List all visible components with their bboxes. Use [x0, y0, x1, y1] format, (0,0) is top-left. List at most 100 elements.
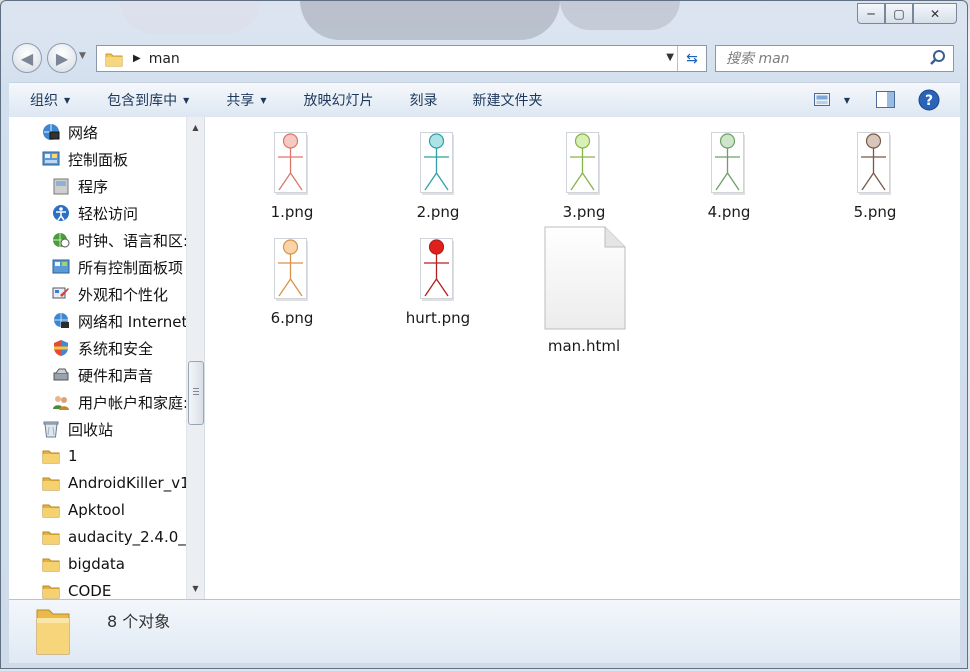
- refresh-button[interactable]: ⇆: [677, 46, 706, 71]
- file-item[interactable]: 6.png: [242, 237, 342, 327]
- file-item[interactable]: 3.png: [534, 131, 634, 221]
- share-label: 共享: [226, 93, 255, 109]
- navigation-scrollbar[interactable]: ▲ ▼: [186, 117, 204, 599]
- breadcrumb-current[interactable]: man: [149, 51, 180, 67]
- folder-icon: [105, 53, 123, 66]
- nav-item[interactable]: 程序: [52, 175, 108, 197]
- image-thumbnail-icon: [274, 238, 308, 301]
- folder-icon: [42, 582, 60, 599]
- nav-item[interactable]: AndroidKiller_v1: [42, 472, 190, 494]
- search-box[interactable]: [715, 45, 954, 72]
- nav-item[interactable]: bigdata: [42, 553, 125, 575]
- caption-buttons: ─ ▢ ✕: [857, 3, 957, 24]
- scroll-thumb[interactable]: [188, 361, 204, 425]
- network-icon: [42, 123, 60, 141]
- nav-item[interactable]: 轻松访问: [52, 202, 138, 224]
- organize-label: 组织: [30, 93, 58, 109]
- folder-icon: [42, 528, 60, 546]
- nav-item[interactable]: Apktool: [42, 499, 125, 521]
- help-icon: ?: [918, 89, 940, 111]
- change-view-button[interactable]: [813, 83, 832, 117]
- chevron-down-icon: ▼: [260, 95, 267, 105]
- nav-item-label: 网络: [68, 123, 99, 142]
- nav-item-label: 控制面板: [68, 150, 129, 169]
- folder-large-icon: [36, 609, 70, 655]
- file-item[interactable]: 2.png: [388, 131, 488, 221]
- scroll-up-icon[interactable]: ▲: [187, 119, 204, 136]
- recent-locations-button[interactable]: ▼: [79, 51, 86, 61]
- explorer-window: ─ ▢ ✕ ◀ ▶ ▼ ▶ man ▼ ⇆ 组织▼ 包含: [0, 0, 968, 669]
- image-thumbnail-icon: [566, 132, 600, 195]
- programs-icon: [52, 177, 70, 195]
- search-input[interactable]: [724, 46, 928, 71]
- nav-item-label: 外观和个性化: [78, 285, 169, 304]
- forward-arrow-icon: ▶: [55, 48, 69, 68]
- scroll-down-icon[interactable]: ▼: [187, 580, 204, 597]
- close-button[interactable]: ✕: [913, 3, 957, 24]
- nav-item[interactable]: 用户帐户和家庭:: [52, 391, 188, 413]
- file-name: man.html: [547, 337, 621, 355]
- nav-item-label: 程序: [78, 177, 109, 196]
- item-count: 8 个对象: [107, 612, 171, 631]
- address-dropdown-icon[interactable]: ▼: [666, 52, 674, 63]
- file-name: 5.png: [853, 203, 897, 221]
- slideshow-button[interactable]: 放映幻灯片: [303, 83, 373, 117]
- nav-item[interactable]: 外观和个性化: [52, 283, 168, 305]
- document-icon: [544, 226, 626, 330]
- nav-item[interactable]: 硬件和声音: [52, 364, 153, 386]
- ease-of-access-icon: [52, 204, 70, 222]
- nav-item-label: 用户帐户和家庭:: [78, 393, 189, 412]
- help-button[interactable]: ?: [918, 83, 940, 117]
- new-folder-button[interactable]: 新建文件夹: [472, 83, 542, 117]
- hardware-sound-icon: [52, 366, 70, 384]
- back-arrow-icon: ◀: [20, 48, 34, 68]
- nav-item[interactable]: 所有控制面板项: [52, 256, 183, 278]
- nav-item-label: bigdata: [68, 555, 125, 573]
- file-name: 1.png: [270, 203, 314, 221]
- nav-item[interactable]: 系统和安全: [52, 337, 153, 359]
- image-thumbnail-icon: [711, 132, 745, 195]
- preview-pane-button[interactable]: [876, 83, 896, 117]
- svg-text:?: ?: [925, 93, 933, 109]
- file-item[interactable]: 5.png: [825, 131, 925, 221]
- organize-menu[interactable]: 组织 ▼: [30, 83, 70, 117]
- forward-button[interactable]: ▶: [47, 43, 77, 73]
- grip-icon: [193, 388, 199, 396]
- nav-item[interactable]: CODE: [42, 580, 111, 599]
- nav-item[interactable]: 控制面板: [42, 148, 128, 170]
- nav-item[interactable]: 1: [42, 445, 78, 467]
- all-control-panel-icon: [52, 258, 70, 276]
- nav-item[interactable]: 回收站: [42, 418, 113, 440]
- image-thumbnail-icon: [420, 132, 454, 195]
- chevron-down-icon: ▼: [64, 95, 71, 105]
- nav-item-label: 网络和 Internet: [78, 312, 188, 331]
- nav-item[interactable]: audacity_2.4.0_G: [42, 526, 197, 548]
- burn-button[interactable]: 刻录: [409, 83, 437, 117]
- image-thumbnail-icon: [420, 238, 454, 301]
- file-list: 1.png 2.png 3.png 4.png 5.png 6.png hurt.png ma…: [205, 117, 960, 599]
- file-name: hurt.png: [405, 309, 471, 327]
- view-icon: [813, 93, 830, 106]
- folder-icon: [42, 474, 60, 492]
- share-menu[interactable]: 共享 ▼: [226, 83, 266, 117]
- address-bar[interactable]: ▶ man ▼ ⇆: [96, 45, 707, 72]
- nav-item-label: 硬件和声音: [78, 366, 154, 385]
- file-item[interactable]: 4.png: [679, 131, 779, 221]
- nav-item[interactable]: 网络: [42, 121, 98, 143]
- file-item[interactable]: 1.png: [242, 131, 342, 221]
- maximize-button[interactable]: ▢: [885, 3, 913, 24]
- file-item[interactable]: hurt.png: [388, 237, 488, 327]
- nav-item-label: 时钟、语言和区:: [78, 231, 189, 250]
- system-security-icon: [52, 339, 70, 357]
- nav-item[interactable]: 时钟、语言和区:: [52, 229, 188, 251]
- folder-icon: [42, 447, 60, 465]
- nav-item[interactable]: 网络和 Internet: [52, 310, 187, 332]
- back-button[interactable]: ◀: [12, 43, 42, 73]
- include-in-library-menu[interactable]: 包含到库中 ▼: [107, 83, 189, 117]
- file-item[interactable]: man.html: [534, 226, 634, 355]
- view-options-dropdown[interactable]: ▼: [838, 83, 850, 117]
- file-name: 2.png: [416, 203, 460, 221]
- breadcrumb-separator-icon[interactable]: ▶: [133, 53, 141, 64]
- search-icon[interactable]: [929, 49, 947, 67]
- minimize-button[interactable]: ─: [857, 3, 885, 24]
